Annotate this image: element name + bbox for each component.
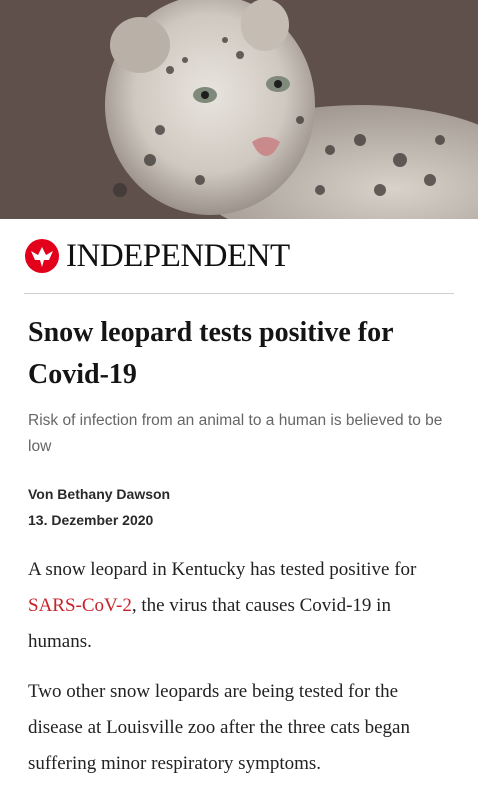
article-paragraph-1: A snow leopard in Kentucky has tested po… — [28, 552, 454, 660]
article-standfirst: Risk of infection from an animal to a hu… — [28, 412, 443, 455]
article-paragraph-2: Two other snow leopards are being tested… — [28, 681, 410, 774]
publication-header: INDEPENDENT — [0, 219, 478, 293]
publication-name[interactable]: INDEPENDENT — [66, 239, 290, 273]
article-date: 13. Dezember 2020 — [28, 512, 154, 528]
eagle-logo-icon[interactable] — [24, 238, 60, 274]
hero-image — [0, 0, 478, 219]
article-headline: Snow leopard tests positive for Covid-19 — [28, 317, 394, 390]
article-byline: Von Bethany Dawson — [28, 486, 171, 502]
snow-leopard-photo — [0, 0, 478, 219]
header-divider — [24, 293, 454, 294]
sars-cov-2-link[interactable]: SARS-CoV-2 — [28, 595, 132, 616]
paragraph-text: A snow leopard in Kentucky has tested po… — [28, 559, 417, 580]
